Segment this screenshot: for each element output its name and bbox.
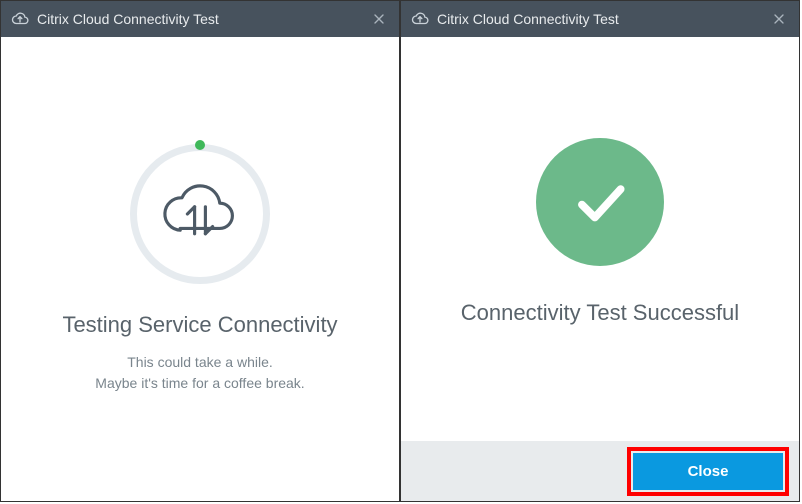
subtext-line-1: This could take a while. [95, 352, 304, 373]
window-title: Citrix Cloud Connectivity Test [37, 11, 369, 27]
progress-spinner [130, 144, 270, 284]
highlight-annotation: Close [627, 447, 789, 496]
cloud-upload-icon [11, 10, 29, 28]
window-title: Citrix Cloud Connectivity Test [437, 11, 769, 27]
titlebar: Citrix Cloud Connectivity Test [401, 1, 799, 37]
close-button[interactable]: Close [633, 453, 783, 490]
success-checkmark-icon [536, 138, 664, 266]
content-testing: Testing Service Connectivity This could … [1, 37, 399, 501]
close-icon[interactable] [769, 9, 789, 29]
subtext-line-2: Maybe it's time for a coffee break. [95, 373, 304, 394]
titlebar: Citrix Cloud Connectivity Test [1, 1, 399, 37]
cloud-upload-icon [411, 10, 429, 28]
dialog-success: Citrix Cloud Connectivity Test Connectiv… [400, 0, 800, 502]
content-success: Connectivity Test Successful [401, 37, 799, 441]
dialog-footer: Close [401, 441, 799, 501]
dialog-testing: Citrix Cloud Connectivity Test Testing S… [0, 0, 400, 502]
status-subtext: This could take a while. Maybe it's time… [95, 352, 304, 394]
status-heading: Connectivity Test Successful [461, 300, 739, 326]
status-heading: Testing Service Connectivity [62, 312, 337, 338]
spinner-dot [195, 140, 205, 150]
spinner-ring [130, 144, 270, 284]
close-icon[interactable] [369, 9, 389, 29]
